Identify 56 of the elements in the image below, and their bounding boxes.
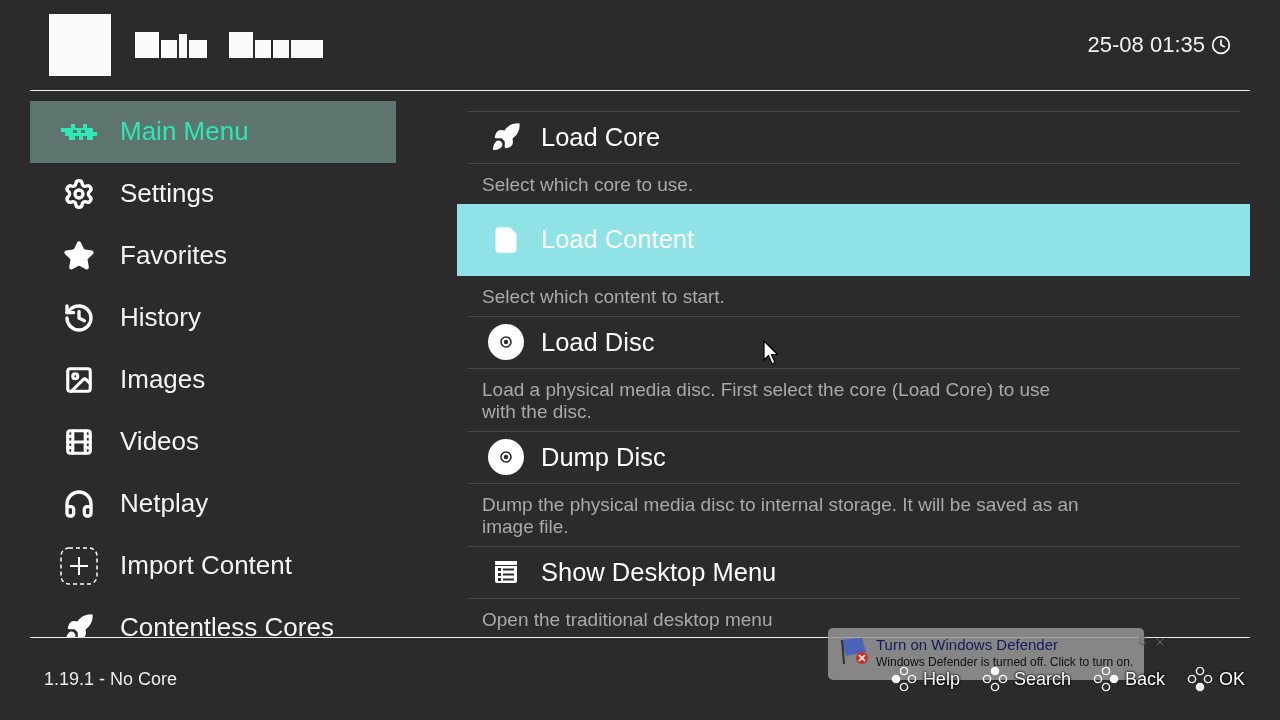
menu-item[interactable]: Load Disc [467,315,1240,369]
date-time: 25-08 01:35 [1087,31,1231,58]
sidebar-item[interactable]: Import Content [30,534,396,597]
sidebar-item[interactable]: Images [30,348,396,411]
disc-icon [488,324,524,361]
menu-item-title: Show Desktop Menu [541,557,777,587]
rocket-icon [64,612,94,638]
menu-item-title: Load Core [541,122,661,152]
menu-item[interactable]: Load Core [467,110,1240,164]
logo [49,13,111,76]
menu-item-title: Load Disc [541,327,655,357]
gamepad-buttons-icon [1187,666,1213,693]
image-icon [64,364,94,395]
space-invader-icon [61,121,97,142]
menu-item-description: Select which core to use. [481,172,695,197]
gamepad-buttons-icon [1092,666,1119,693]
footer-button[interactable]: OK [1187,666,1245,693]
menu-item[interactable]: Dump Disc [467,430,1240,484]
gamepad-buttons-icon [890,666,917,693]
sidebar-item[interactable]: Contentless Cores [30,596,396,638]
sidebar-label: Images [120,364,206,396]
menu-item-title: Load Content [541,225,695,255]
sidebar-label: Import Content [120,550,292,582]
menu-item-title: Dump Disc [541,442,666,472]
menu-item-description: Load a physical media disc. First select the core (Load Core) to use with the disc. [481,377,1052,424]
headset-icon [63,487,95,520]
menu-item-description: Open the traditional desktop menu [481,607,774,632]
sidebar-label: Netplay [120,488,209,520]
menu-item-description: Select which content to start. [481,284,726,309]
sidebar-label: Videos [120,426,200,458]
sidebar-label: Main Menu [120,116,249,148]
star-icon [63,239,95,272]
clock-icon [1211,34,1231,55]
sidebar-label: Contentless Cores [120,612,334,638]
film-icon [64,426,94,457]
mouse-pointer-icon [763,340,779,366]
gamepad-buttons-icon [981,666,1008,693]
rocket-icon [491,122,521,153]
sidebar-item[interactable]: Netplay [30,472,396,535]
pin-icon[interactable] [1137,636,1149,647]
notification-title[interactable]: Turn on Windows Defender [876,636,1134,654]
sidebar-item[interactable]: Favorites [30,224,396,287]
menu-item[interactable]: Show Desktop Menu [467,545,1240,599]
dashed-plus-icon [60,546,98,585]
gear-icon [63,177,95,210]
menu-item-description: Dump the physical media disc to internal storage. It will be saved as an image file. [481,492,1080,539]
sidebar-label: History [120,302,201,334]
sidebar-label: Favorites [120,240,227,272]
history-icon [63,301,95,334]
sidebar-item[interactable]: Videos [30,410,396,473]
disc-icon [488,439,524,476]
sidebar-item[interactable]: Settings [30,162,396,225]
version-text: 1.19.1 - No Core [44,668,178,690]
sidebar-item[interactable]: History [30,286,396,349]
list-icon [494,560,518,585]
sidebar-label: Settings [120,178,214,210]
